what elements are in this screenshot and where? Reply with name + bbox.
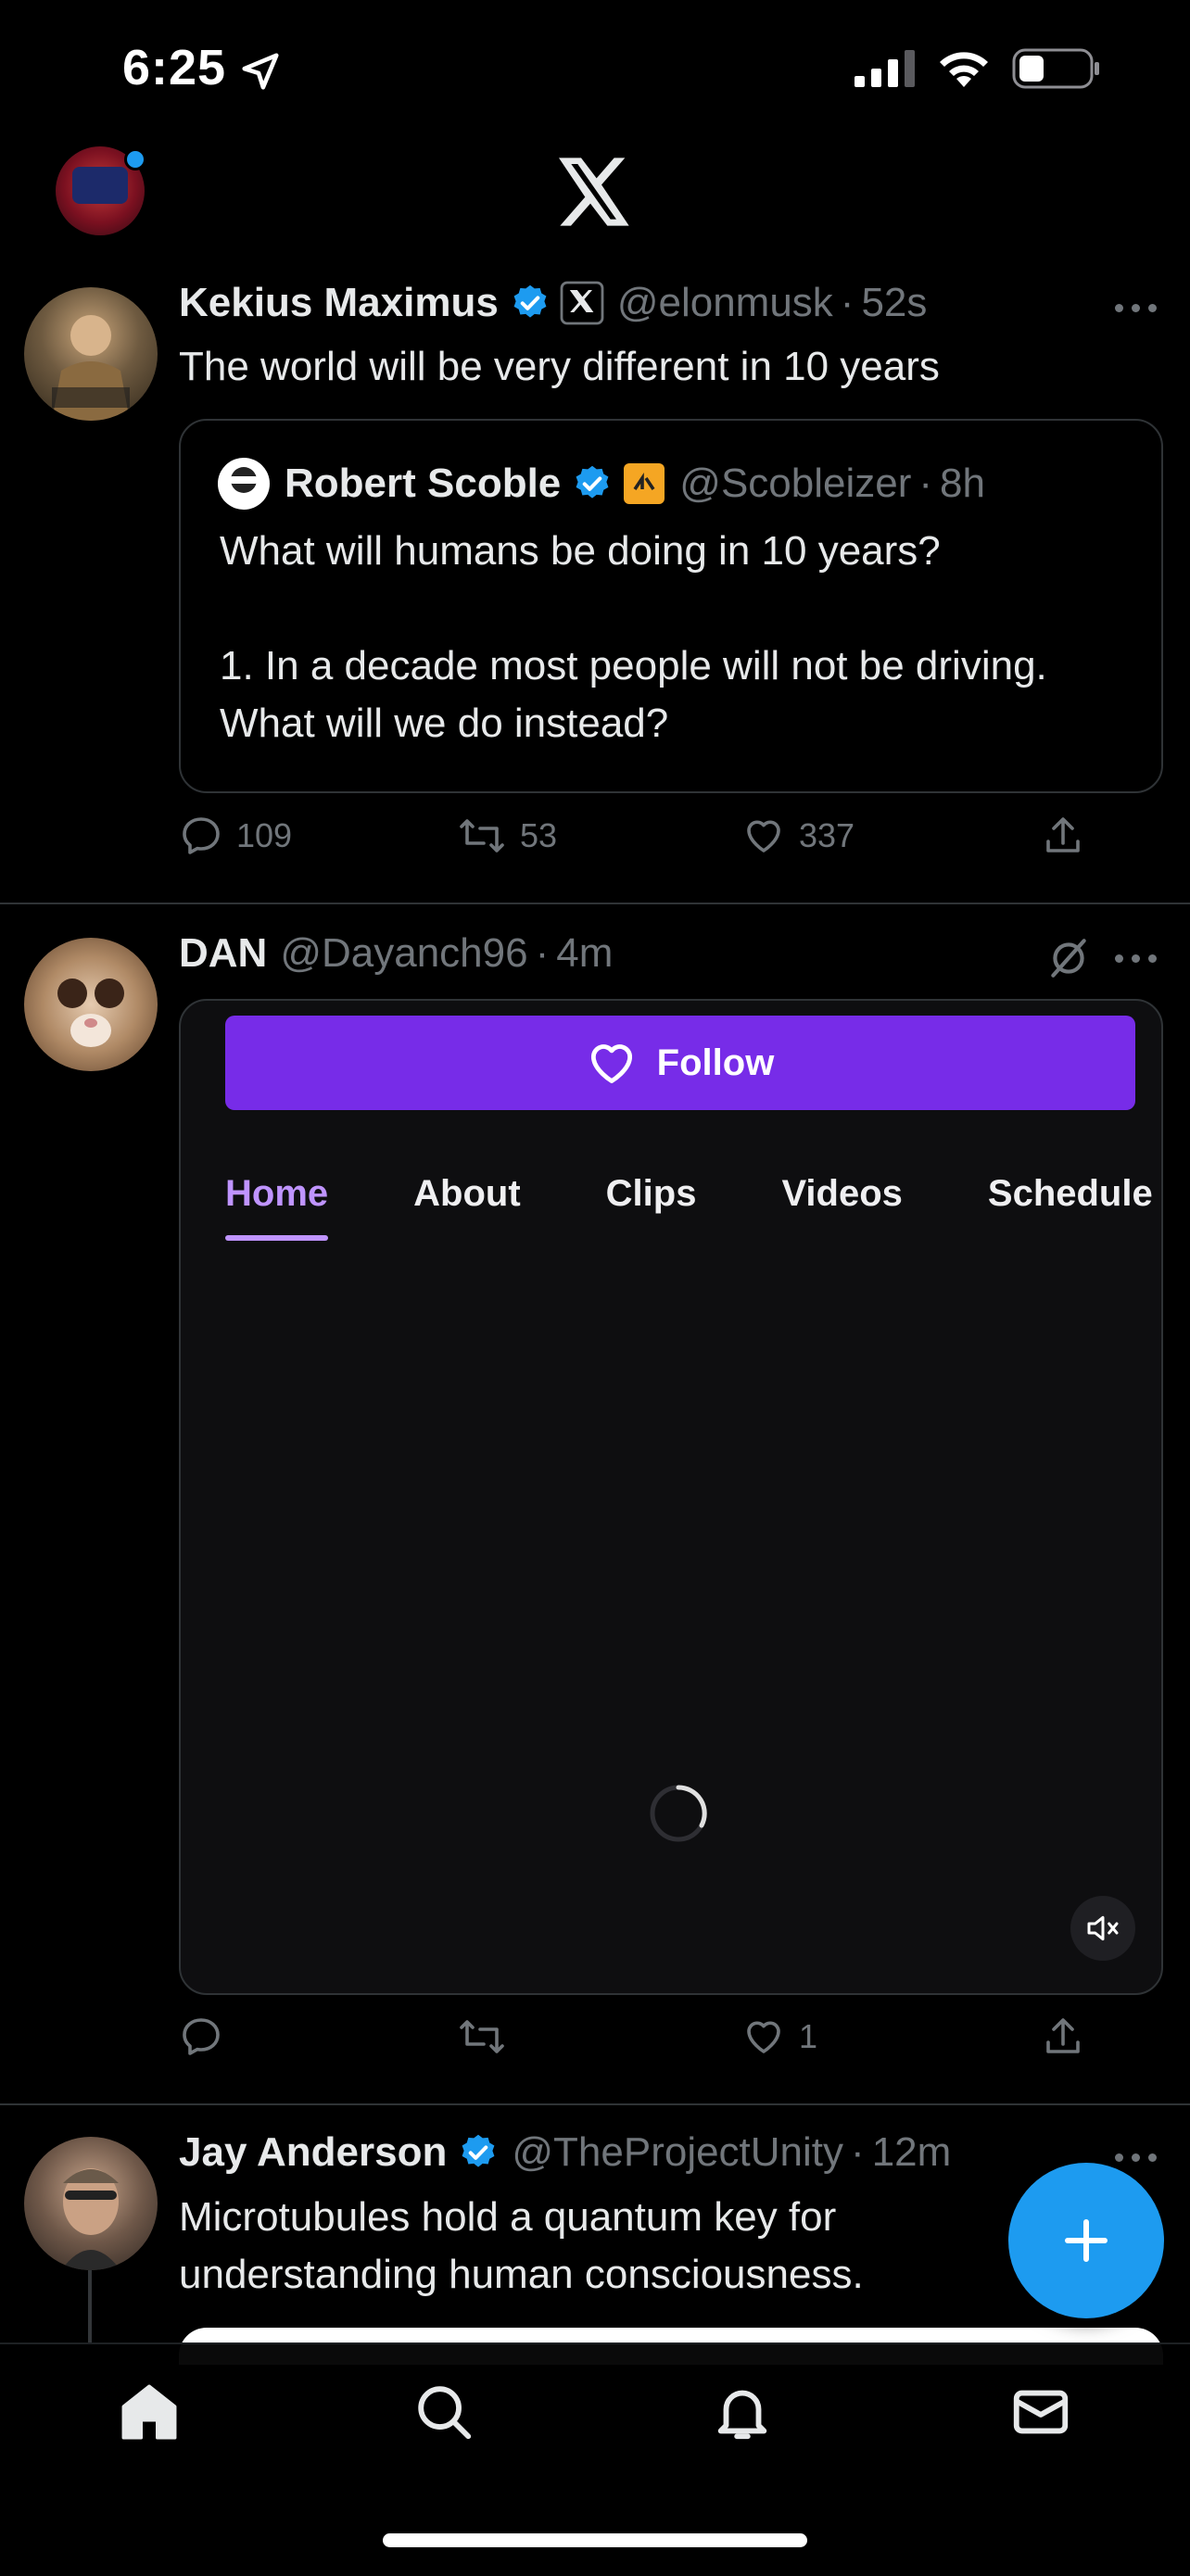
share-button[interactable] — [1041, 814, 1085, 858]
repost-count: 53 — [520, 816, 558, 854]
separator-dot: · — [918, 461, 933, 506]
author-name[interactable]: DAN — [179, 930, 267, 977]
like-button[interactable]: 1 — [741, 2014, 817, 2059]
avatar-image — [61, 2168, 120, 2270]
share-button[interactable] — [1041, 2014, 1085, 2059]
avatar-image — [57, 979, 124, 1047]
tab-about[interactable]: About — [413, 1173, 521, 1215]
quote-header: Robert Scoble @Scobleizer · 8h — [218, 458, 985, 510]
repost-icon — [460, 2020, 504, 2053]
tweet-time[interactable]: 52s — [861, 280, 927, 326]
affiliate-badge-icon — [624, 463, 665, 504]
location-arrow-icon — [242, 53, 279, 90]
quote-text-line: 1. In a decade most people will not be d… — [220, 643, 1047, 746]
x-logo-icon[interactable] — [558, 158, 632, 226]
divider — [0, 903, 1190, 904]
separator-dot: · — [851, 2129, 865, 2175]
status-icons — [855, 48, 1101, 89]
plus-icon — [1065, 2219, 1108, 2262]
like-count: 337 — [799, 816, 855, 854]
tweet-time[interactable]: 4m — [556, 930, 613, 977]
status-bar: 6:25 — [0, 0, 1190, 139]
tweet-header: Jay Anderson @TheProjectUnity · 12m — [179, 2129, 951, 2176]
battery-icon — [1012, 48, 1099, 89]
tweet-header: Kekius Maximus @elonmusk · 52s — [179, 280, 927, 326]
avatar[interactable] — [24, 2137, 158, 2270]
like-count: 1 — [799, 2017, 818, 2055]
author-name[interactable]: Jay Anderson — [179, 2129, 447, 2176]
divider — [0, 2103, 1190, 2105]
search-icon[interactable] — [411, 2380, 476, 2444]
home-icon[interactable] — [117, 2380, 182, 2444]
loading-spinner-icon — [650, 1785, 707, 1842]
like-button[interactable]: 337 — [741, 814, 855, 858]
quote-author-name[interactable]: Robert Scoble — [285, 461, 561, 507]
avatar-image — [52, 315, 130, 421]
author-handle[interactable]: @Dayanch96 — [280, 930, 527, 977]
heart-icon — [747, 2021, 780, 2053]
wifi-icon — [940, 52, 988, 87]
quote-avatar[interactable] — [218, 458, 270, 510]
quote-author-handle[interactable]: @Scobleizer — [679, 461, 911, 507]
mute-button[interactable] — [1070, 1896, 1135, 1961]
top-nav — [0, 139, 1190, 250]
tweet-text: Microtubules hold a quantum key for unde… — [179, 2194, 864, 2297]
more-options-icon[interactable] — [1115, 2153, 1157, 2162]
follow-button[interactable]: Follow — [225, 1016, 1135, 1110]
thread-line — [88, 2270, 92, 2344]
speaker-muted-icon — [1087, 1915, 1119, 1941]
tweet-text: The world will be very different in 10 y… — [179, 344, 940, 389]
quote-text: What will humans be doing in 10 years? 1… — [220, 523, 1146, 752]
tab-videos[interactable]: Videos — [781, 1173, 902, 1215]
repost-button[interactable] — [457, 2014, 520, 2059]
repost-button[interactable]: 53 — [457, 814, 557, 858]
x-affiliate-badge-icon — [560, 281, 604, 325]
quote-time: 8h — [940, 461, 985, 506]
notification-dot — [124, 148, 146, 170]
avatar[interactable] — [24, 287, 158, 421]
author-name[interactable]: Kekius Maximus — [179, 280, 499, 326]
compose-button[interactable] — [1008, 2163, 1164, 2318]
tab-schedule[interactable]: Schedule — [988, 1173, 1153, 1215]
author-handle[interactable]: @elonmusk — [617, 280, 833, 326]
bell-icon[interactable] — [710, 2380, 775, 2444]
separator-dot: · — [840, 280, 855, 325]
tweet-time[interactable]: 12m — [872, 2129, 952, 2176]
heart-outline-icon — [590, 1044, 632, 1084]
author-handle[interactable]: @TheProjectUnity — [512, 2129, 843, 2176]
mail-icon[interactable] — [1008, 2380, 1073, 2444]
tab-clips[interactable]: Clips — [606, 1173, 697, 1215]
home-indicator[interactable] — [383, 2533, 807, 2547]
reply-button[interactable]: 109 — [179, 814, 292, 858]
verified-badge-icon — [462, 2134, 495, 2167]
share-icon — [1046, 2018, 1080, 2053]
heart-icon — [747, 820, 780, 852]
tweet-actions: 1 — [179, 2014, 1106, 2070]
grok-icon[interactable] — [1045, 935, 1092, 981]
quote-text-line: What will humans be doing in 10 years? — [220, 528, 941, 574]
status-time: 6:25 — [122, 40, 227, 95]
tweet-actions: 109 53 337 — [179, 814, 1106, 869]
avatar[interactable] — [24, 938, 158, 1071]
cellular-signal-icon — [855, 50, 915, 87]
reply-icon — [183, 817, 220, 854]
more-options-icon[interactable] — [1115, 304, 1157, 312]
channel-tabs: Home About Clips Videos Schedule — [225, 1173, 1161, 1241]
reply-button[interactable] — [179, 2014, 236, 2059]
embedded-media[interactable]: Follow Home About Clips Videos Schedule — [179, 999, 1163, 1995]
quoted-tweet[interactable]: Robert Scoble @Scobleizer · 8h What will… — [179, 419, 1163, 793]
more-options-icon[interactable] — [1115, 954, 1157, 963]
tweet-header: DAN @Dayanch96 · 4m — [179, 930, 613, 977]
separator-dot: · — [535, 930, 550, 976]
share-icon — [1046, 817, 1080, 852]
verified-badge-icon — [513, 284, 547, 318]
follow-label: Follow — [656, 1042, 775, 1083]
reply-icon — [183, 2018, 220, 2055]
tab-home[interactable]: Home — [225, 1173, 329, 1241]
repost-icon — [460, 819, 504, 852]
verified-badge-icon — [576, 465, 609, 499]
reply-count: 109 — [236, 816, 293, 854]
